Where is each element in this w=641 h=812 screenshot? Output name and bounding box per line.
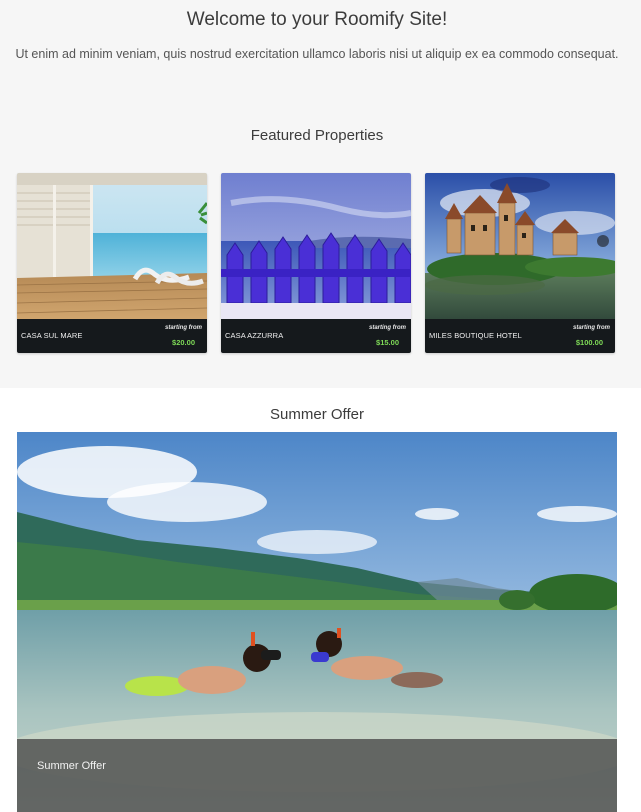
property-info-bar: CASA SUL MARE starting from $20.00 [17,319,207,353]
summer-offer-caption-bar: Summer Offer [17,739,617,812]
property-name[interactable]: CASA AZZURRA [225,331,283,340]
property-info-bar: CASA AZZURRA starting from $15.00 [221,319,411,353]
property-image[interactable] [221,173,411,319]
property-price: $100.00 [575,338,603,347]
property-info-bar: MILES BOUTIQUE HOTEL starting from $100.… [425,319,615,353]
summer-offer-banner[interactable]: Summer Offer [17,432,617,812]
starting-from-label: starting from [368,325,406,331]
property-price: $15.00 [376,338,399,347]
featured-heading: Featured Properties [250,127,384,144]
property-price: $20.00 [172,338,195,347]
property-card-casa-sul-mare[interactable]: CASA SUL MARE starting from $20.00 [17,173,207,353]
starting-from-label: starting from [164,325,202,331]
page-title: Welcome to your Roomify Site! [186,9,448,30]
property-name[interactable]: CASA SUL MARE [21,331,82,340]
property-card-casa-azzurra[interactable]: CASA AZZURRA starting from $15.00 [221,173,411,353]
property-card-miles-boutique-hotel[interactable]: MILES BOUTIQUE HOTEL starting from $100.… [425,173,615,353]
welcome-section: Welcome to your Roomify Site! Ut enim ad… [0,0,641,388]
summer-offer-caption[interactable]: Summer Offer [37,760,106,772]
summer-offer-heading: Summer Offer [270,406,364,423]
property-image[interactable] [425,173,615,319]
intro-text: Ut enim ad minim veniam, quis nostrud ex… [15,47,619,61]
property-name[interactable]: MILES BOUTIQUE HOTEL [429,331,522,340]
property-image[interactable] [17,173,207,319]
starting-from-label: starting from [572,325,610,331]
